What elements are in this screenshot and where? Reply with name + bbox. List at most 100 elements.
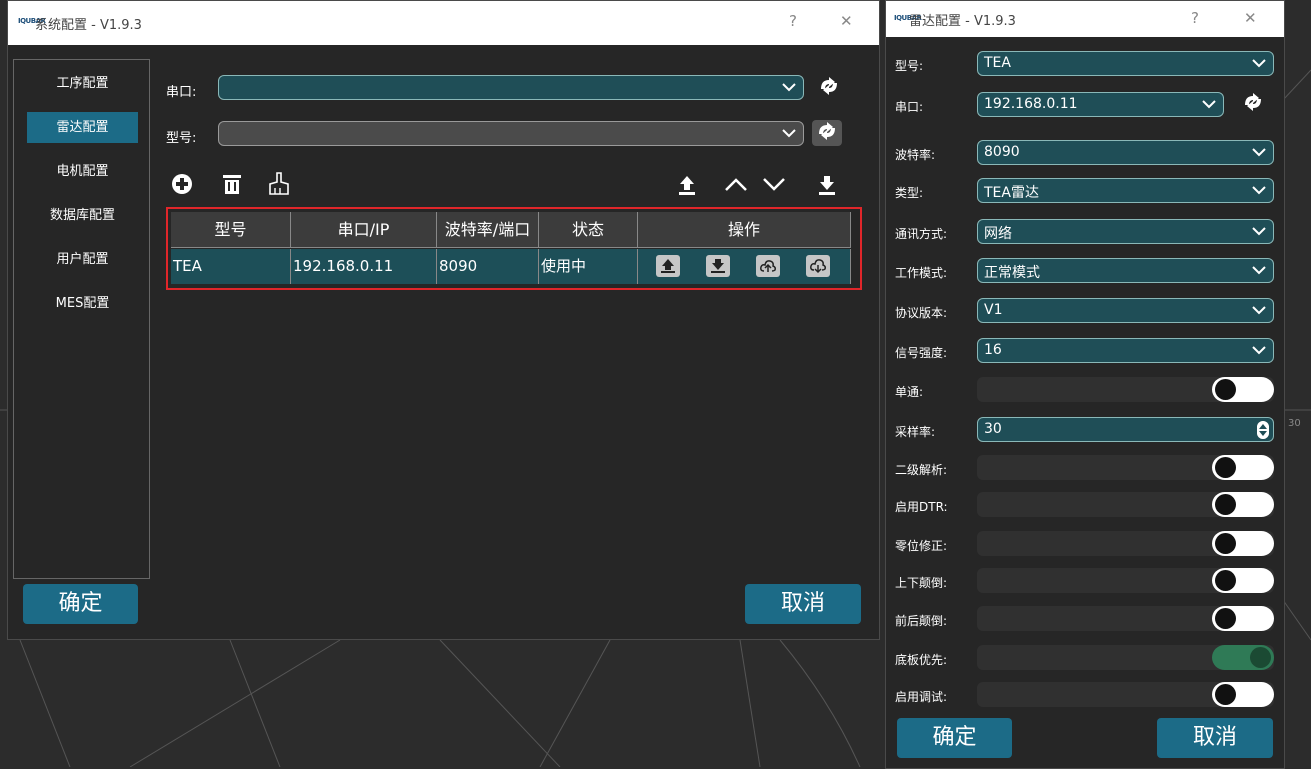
debug-toggle[interactable] xyxy=(1212,682,1274,707)
background-scale-label: 30 xyxy=(1288,418,1301,429)
field-label-model: 型号: xyxy=(895,59,924,73)
move-up-icon[interactable] xyxy=(724,176,748,192)
field-label-zero-correction: 零位修正: xyxy=(895,539,948,553)
baud-select-value: 8090 xyxy=(984,144,1020,160)
sample-rate-spinbox[interactable]: 30 xyxy=(977,417,1274,442)
row-cloud-download-button[interactable] xyxy=(806,255,830,277)
port-label: 串口: xyxy=(166,85,197,100)
chevron-down-icon xyxy=(1252,148,1266,157)
row-cloud-upload-button[interactable] xyxy=(756,255,780,277)
model-combo[interactable] xyxy=(218,121,804,146)
flip-front-back-row xyxy=(977,606,1274,631)
field-label-single-pass: 单通: xyxy=(895,385,924,399)
download-icon xyxy=(711,259,725,273)
protocol-select[interactable]: V1 xyxy=(977,298,1274,323)
upload-icon[interactable] xyxy=(678,174,696,196)
field-label-port: 串口: xyxy=(895,100,924,114)
flip-front-back-toggle[interactable] xyxy=(1212,606,1274,631)
sidebar-item-database[interactable]: 数据库配置 xyxy=(27,200,138,231)
refresh-icon xyxy=(819,122,835,140)
field-label-type: 类型: xyxy=(895,186,924,200)
close-button[interactable]: ✕ xyxy=(1244,9,1257,27)
radar-config-titlebar[interactable]: IQUBAR 雷达配置 - V1.9.3 ? ✕ xyxy=(886,1,1284,37)
close-button[interactable]: ✕ xyxy=(840,12,853,30)
model-label: 型号: xyxy=(166,131,197,146)
cell-port: 192.168.0.11 xyxy=(291,249,437,284)
signal-select[interactable]: 16 xyxy=(977,338,1274,363)
refresh-port-button[interactable] xyxy=(814,75,844,101)
spinner-arrows-icon[interactable] xyxy=(1257,421,1269,439)
refresh-model-button[interactable] xyxy=(812,120,842,146)
debug-row xyxy=(977,682,1274,707)
ok-button[interactable]: 确定 xyxy=(23,584,138,624)
flip-vertical-row xyxy=(977,568,1274,593)
baud-select[interactable]: 8090 xyxy=(977,140,1274,165)
field-label-debug: 启用调试: xyxy=(895,690,948,704)
sidebar-item-process[interactable]: 工序配置 xyxy=(27,68,138,99)
app-logo: IQUBAR xyxy=(18,17,46,25)
config-sidebar: 工序配置 雷达配置 电机配置 数据库配置 用户配置 MES配置 xyxy=(13,59,150,579)
field-label-dtr: 启用DTR: xyxy=(895,500,948,514)
chevron-down-icon xyxy=(1252,346,1266,355)
sidebar-item-motor[interactable]: 电机配置 xyxy=(27,156,138,187)
chevron-down-icon xyxy=(1252,59,1266,68)
board-priority-toggle[interactable] xyxy=(1212,645,1274,670)
type-select-value: TEA雷达 xyxy=(984,185,1039,201)
delete-icon[interactable] xyxy=(222,173,242,195)
field-label-protocol: 协议版本: xyxy=(895,306,948,320)
clear-broom-icon[interactable] xyxy=(268,172,290,196)
dtr-toggle[interactable] xyxy=(1212,492,1274,517)
single-pass-row xyxy=(977,377,1274,402)
cloud-upload-icon xyxy=(760,260,776,272)
secondary-parse-row xyxy=(977,455,1274,480)
chevron-down-icon xyxy=(1252,186,1266,195)
help-button[interactable]: ? xyxy=(1191,9,1199,27)
protocol-select-value: V1 xyxy=(984,302,1003,318)
system-config-titlebar[interactable]: IQUBAR 系统配置 - V1.9.3 ? ✕ xyxy=(8,1,879,45)
radar-cancel-button[interactable]: 取消 xyxy=(1157,718,1273,758)
cell-model: TEA xyxy=(171,249,291,284)
sidebar-item-user[interactable]: 用户配置 xyxy=(27,244,138,275)
work-mode-select[interactable]: 正常模式 xyxy=(977,258,1274,283)
dtr-row xyxy=(977,492,1274,517)
zero-correction-toggle[interactable] xyxy=(1212,531,1274,556)
row-download-button[interactable] xyxy=(706,255,730,277)
radar-ok-button[interactable]: 确定 xyxy=(897,718,1012,758)
chevron-down-icon xyxy=(1252,266,1266,275)
chevron-down-icon xyxy=(1252,227,1266,236)
field-label-comm-mode: 通讯方式: xyxy=(895,227,948,241)
model-select-value: TEA xyxy=(984,55,1011,71)
chevron-down-icon xyxy=(782,129,796,138)
add-icon[interactable] xyxy=(171,173,193,195)
work-mode-select-value: 正常模式 xyxy=(984,265,1040,281)
comm-mode-select[interactable]: 网络 xyxy=(977,219,1274,244)
refresh-icon xyxy=(821,77,837,95)
field-label-baud: 波特率: xyxy=(895,148,936,162)
model-select[interactable]: TEA xyxy=(977,51,1274,76)
single-pass-toggle[interactable] xyxy=(1212,377,1274,402)
cancel-button[interactable]: 取消 xyxy=(745,584,861,624)
cloud-download-icon xyxy=(810,259,826,274)
field-label-flip-vertical: 上下颠倒: xyxy=(895,576,948,590)
port-select[interactable]: 192.168.0.11 xyxy=(977,92,1224,117)
secondary-parse-toggle[interactable] xyxy=(1212,455,1274,480)
help-button[interactable]: ? xyxy=(789,12,797,30)
port-combo[interactable] xyxy=(218,75,804,100)
refresh-icon xyxy=(1245,93,1261,111)
radar-table: 型号 串口/IP 波特率/端口 状态 操作 TEA 192.168.0.11 8… xyxy=(166,207,862,290)
field-label-work-mode: 工作模式: xyxy=(895,266,948,280)
download-icon[interactable] xyxy=(818,174,836,196)
field-label-board-priority: 底板优先: xyxy=(895,653,948,667)
column-header-status: 状态 xyxy=(539,212,638,248)
flip-vertical-toggle[interactable] xyxy=(1212,568,1274,593)
refresh-port-button[interactable] xyxy=(1238,91,1268,117)
sample-rate-value: 30 xyxy=(984,421,1002,437)
sidebar-item-mes[interactable]: MES配置 xyxy=(27,288,138,319)
field-label-secondary-parse: 二级解析: xyxy=(895,463,948,477)
column-header-baud: 波特率/端口 xyxy=(437,212,539,248)
row-upload-button[interactable] xyxy=(656,255,680,277)
type-select[interactable]: TEA雷达 xyxy=(977,178,1274,203)
move-down-icon[interactable] xyxy=(762,176,786,192)
column-header-port: 串口/IP xyxy=(291,212,437,248)
sidebar-item-radar[interactable]: 雷达配置 xyxy=(27,112,138,143)
